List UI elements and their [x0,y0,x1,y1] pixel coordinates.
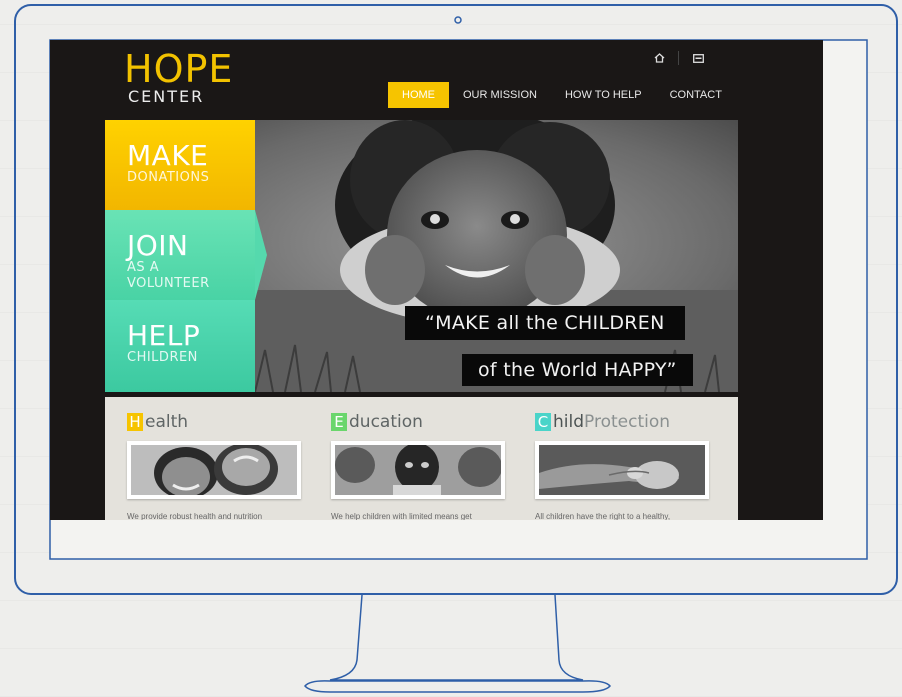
feature-education-title: E ducation [331,411,519,433]
nav-home[interactable]: HOME [388,82,449,108]
tile-join-subtitle-2: VOLUNTEER [127,276,210,291]
feature-title-text: hild [553,412,585,432]
tile-join-subtitle-1: AS A [127,260,160,275]
tile-join-title: JOIN [127,229,189,262]
education-thumbnail[interactable] [331,441,505,499]
feature-health-desc: We provide robust health and nutrition [127,512,263,520]
feature-child-protection-title: C hild Protection [535,411,723,433]
hero-banner: MAKE DONATIONS JOIN AS A VOLUNTEER HELP … [105,120,738,392]
monitor-base [304,680,611,693]
feature-health-title: H ealth [127,411,315,433]
icon-divider [678,51,679,65]
feature-initial: E [331,413,347,431]
mail-icon[interactable] [689,51,707,65]
feature-child-protection[interactable]: C hild Protection [535,397,723,433]
features-section: H ealth We provide robust health and nut… [105,397,738,520]
hero-quote-line-2: of the World HAPPY” [462,354,693,386]
child-protection-photo [539,445,705,495]
feature-education-desc: We help children with limited means get [331,512,472,520]
logo-hope[interactable]: HOPE [124,50,233,88]
camera-icon [454,16,462,24]
child-protection-thumbnail[interactable] [535,441,709,499]
tile-make-donations[interactable]: MAKE DONATIONS [105,120,255,210]
tile-help-children[interactable]: HELP CHILDREN [105,300,255,392]
feature-health[interactable]: H ealth [127,397,315,433]
education-photo [335,445,501,495]
active-tile-arrow [255,210,267,300]
feature-education[interactable]: E ducation [331,397,519,433]
tile-help-title: HELP [127,319,201,352]
tile-make-title: MAKE [127,139,209,172]
home-icon[interactable] [650,51,668,65]
tile-make-subtitle: DONATIONS [127,170,210,185]
feature-title-text-light: Protection [584,412,671,432]
feature-child-protection-desc: All children have the right to a healthy… [535,512,671,520]
health-photo [131,445,297,495]
health-thumbnail[interactable] [127,441,301,499]
feature-title-text: ealth [145,412,189,432]
website-screen: HOPE CENTER HOME OUR MISSION HOW TO HELP… [50,40,823,520]
hero-quote-line-1: “MAKE all the CHILDREN [405,306,685,340]
feature-initial: C [535,413,551,431]
top-icons [650,50,707,66]
nav-our-mission[interactable]: OUR MISSION [449,82,551,108]
main-nav: HOME OUR MISSION HOW TO HELP CONTACT [388,82,736,108]
tile-help-subtitle: CHILDREN [127,350,198,365]
feature-initial: H [127,413,143,431]
logo-center[interactable]: CENTER [128,87,204,106]
nav-contact[interactable]: CONTACT [656,82,736,108]
feature-title-text: ducation [349,412,423,432]
tile-join-volunteer[interactable]: JOIN AS A VOLUNTEER [105,210,255,300]
nav-how-to-help[interactable]: HOW TO HELP [551,82,656,108]
monitor-stand [329,594,584,681]
